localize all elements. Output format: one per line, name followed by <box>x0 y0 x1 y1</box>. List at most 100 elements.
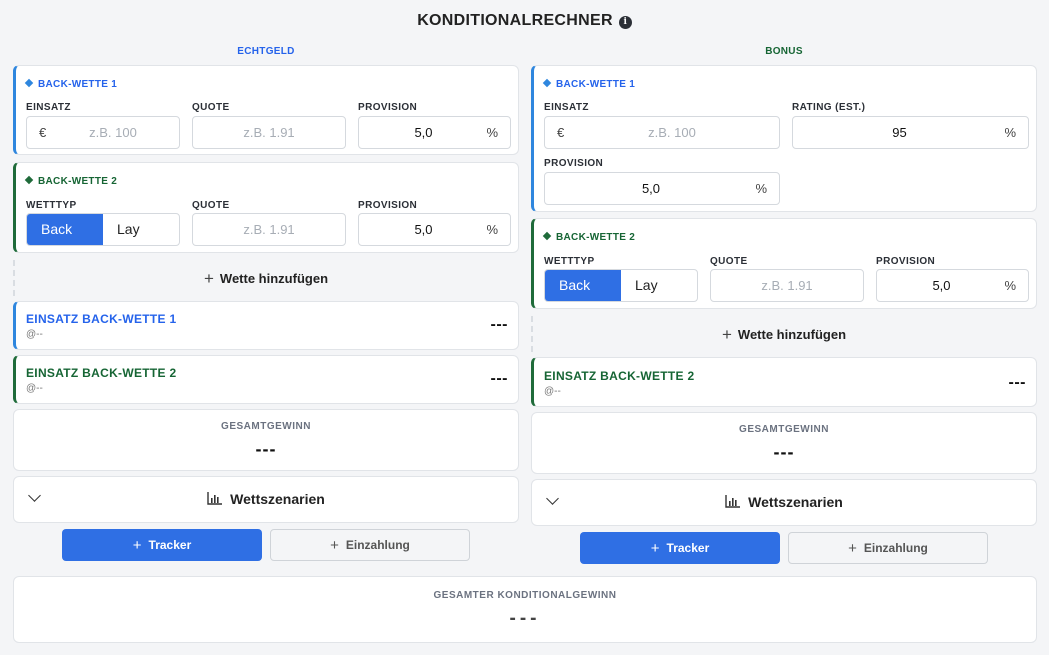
column-header-bonus: BONUS <box>765 46 803 57</box>
plus-icon: + <box>330 537 339 554</box>
odds-label: QUOTE <box>192 102 230 113</box>
stake-result-card-1: EINSATZ BACK-WETTE 1 @-- --- <box>13 301 519 350</box>
bet-type-back-option[interactable]: Back <box>27 214 103 245</box>
percent-icon: % <box>486 125 498 140</box>
commission-label: PROVISION <box>358 102 418 113</box>
odds-input[interactable] <box>197 214 341 245</box>
bet-type-label: WETTTYP <box>544 256 595 267</box>
stake-result-value: --- <box>1008 374 1026 391</box>
diamond-icon <box>542 78 552 88</box>
odds-field[interactable] <box>710 269 864 302</box>
scenarios-label: Wettszenarien <box>532 494 1036 510</box>
odds-input[interactable] <box>715 270 859 301</box>
diamond-icon <box>24 175 34 185</box>
back-bet-1-title: BACK-WETTE 1 <box>24 78 117 90</box>
commission-input[interactable] <box>549 173 753 204</box>
add-tracker-button[interactable]: + Tracker <box>580 532 780 564</box>
stake-result-title: EINSATZ BACK-WETTE 2 <box>26 366 177 380</box>
plus-icon: + <box>203 269 214 288</box>
stake-result-value: --- <box>490 370 508 387</box>
bet-type-back-option[interactable]: Back <box>545 270 621 301</box>
total-profit-label: GESAMTGEWINN <box>221 421 311 432</box>
plus-icon: + <box>650 540 660 557</box>
scenarios-label: Wettszenarien <box>14 491 518 507</box>
rating-field[interactable]: % <box>792 116 1029 149</box>
percent-icon: % <box>755 181 767 196</box>
commission-field[interactable]: % <box>358 213 511 246</box>
odds-field[interactable] <box>192 213 346 246</box>
bet-type-toggle: Back Lay <box>26 213 180 246</box>
bar-chart-icon <box>725 495 741 508</box>
add-deposit-button[interactable]: + Einzahlung <box>270 529 470 561</box>
euro-icon: € <box>557 125 565 140</box>
percent-icon: % <box>1004 278 1016 293</box>
diamond-icon <box>542 231 552 241</box>
total-profit-value: --- <box>255 439 277 459</box>
commission-label: PROVISION <box>876 256 936 267</box>
bet-type-lay-option[interactable]: Lay <box>621 270 697 301</box>
stake-result-title: EINSATZ BACK-WETTE 2 <box>544 369 695 383</box>
odds-field[interactable] <box>192 116 346 149</box>
total-profit-value: --- <box>773 442 795 462</box>
bet-type-label: WETTTYP <box>26 200 77 211</box>
bet-type-lay-option[interactable]: Lay <box>103 214 179 245</box>
add-bet-button[interactable]: + Wette hinzufügen <box>531 325 1037 345</box>
plus-icon: + <box>132 537 142 554</box>
plus-icon: + <box>848 540 857 557</box>
commission-input[interactable] <box>363 117 484 148</box>
stake-label: EINSATZ <box>26 102 71 113</box>
stake-result-odds: @-- <box>26 383 43 394</box>
grand-total-card: GESAMTER KONDITIONALGEWINN --- <box>13 576 1037 643</box>
grand-total-label: GESAMTER KONDITIONALGEWINN <box>433 590 617 601</box>
echtgeld-column: ECHTGELD BACK-WETTE 1 EINSATZ € QUOTE PR… <box>13 0 519 655</box>
scenarios-accordion[interactable]: Wettszenarien <box>531 479 1037 526</box>
back-bet-2-title: BACK-WETTE 2 <box>24 175 117 187</box>
total-profit-card: GESAMTGEWINN --- <box>531 412 1037 474</box>
stake-label: EINSATZ <box>544 102 589 113</box>
bar-chart-icon <box>207 492 223 505</box>
scenarios-accordion[interactable]: Wettszenarien <box>13 476 519 523</box>
stake-input[interactable] <box>569 117 775 148</box>
commission-field[interactable]: % <box>544 172 780 205</box>
rating-label: RATING (EST.) <box>792 102 866 113</box>
stake-field[interactable]: € <box>544 116 780 149</box>
column-header-echtgeld: ECHTGELD <box>237 46 295 57</box>
stake-result-odds: @-- <box>544 386 561 397</box>
back-bet-1-card: BACK-WETTE 1 EINSATZ € QUOTE PROVISION % <box>13 65 519 155</box>
bet-type-toggle: Back Lay <box>544 269 698 302</box>
stake-result-card-2: EINSATZ BACK-WETTE 2 @-- --- <box>531 357 1037 407</box>
percent-icon: % <box>486 222 498 237</box>
diamond-icon <box>24 78 34 88</box>
stake-field[interactable]: € <box>26 116 180 149</box>
commission-field[interactable]: % <box>876 269 1029 302</box>
stake-result-title: EINSATZ BACK-WETTE 1 <box>26 312 177 326</box>
stake-input[interactable] <box>51 117 175 148</box>
commission-input[interactable] <box>363 214 484 245</box>
total-profit-card: GESAMTGEWINN --- <box>13 409 519 471</box>
commission-input[interactable] <box>881 270 1002 301</box>
bonus-column: BONUS BACK-WETTE 1 EINSATZ € RATING (EST… <box>531 0 1037 655</box>
back-bet-1-title: BACK-WETTE 1 <box>542 78 635 90</box>
euro-icon: € <box>39 125 47 140</box>
percent-icon: % <box>1004 125 1016 140</box>
grand-total-value: --- <box>509 608 541 629</box>
odds-input[interactable] <box>197 117 341 148</box>
rating-input[interactable] <box>797 117 1002 148</box>
odds-label: QUOTE <box>710 256 748 267</box>
stake-result-odds: @-- <box>26 329 43 340</box>
odds-label: QUOTE <box>192 200 230 211</box>
add-tracker-button[interactable]: + Tracker <box>62 529 262 561</box>
add-bet-button[interactable]: + Wette hinzufügen <box>13 269 519 289</box>
plus-icon: + <box>721 325 732 344</box>
commission-field[interactable]: % <box>358 116 511 149</box>
back-bet-2-title: BACK-WETTE 2 <box>542 231 635 243</box>
stake-result-card-2: EINSATZ BACK-WETTE 2 @-- --- <box>13 355 519 404</box>
commission-label: PROVISION <box>544 158 604 169</box>
add-deposit-button[interactable]: + Einzahlung <box>788 532 988 564</box>
back-bet-2-card: BACK-WETTE 2 WETTTYP Back Lay QUOTE PROV… <box>531 218 1037 309</box>
back-bet-2-card: BACK-WETTE 2 WETTTYP Back Lay QUOTE PROV… <box>13 162 519 253</box>
back-bet-1-card: BACK-WETTE 1 EINSATZ € RATING (EST.) % P… <box>531 65 1037 212</box>
commission-label: PROVISION <box>358 200 418 211</box>
stake-result-value: --- <box>490 316 508 333</box>
total-profit-label: GESAMTGEWINN <box>739 424 829 435</box>
